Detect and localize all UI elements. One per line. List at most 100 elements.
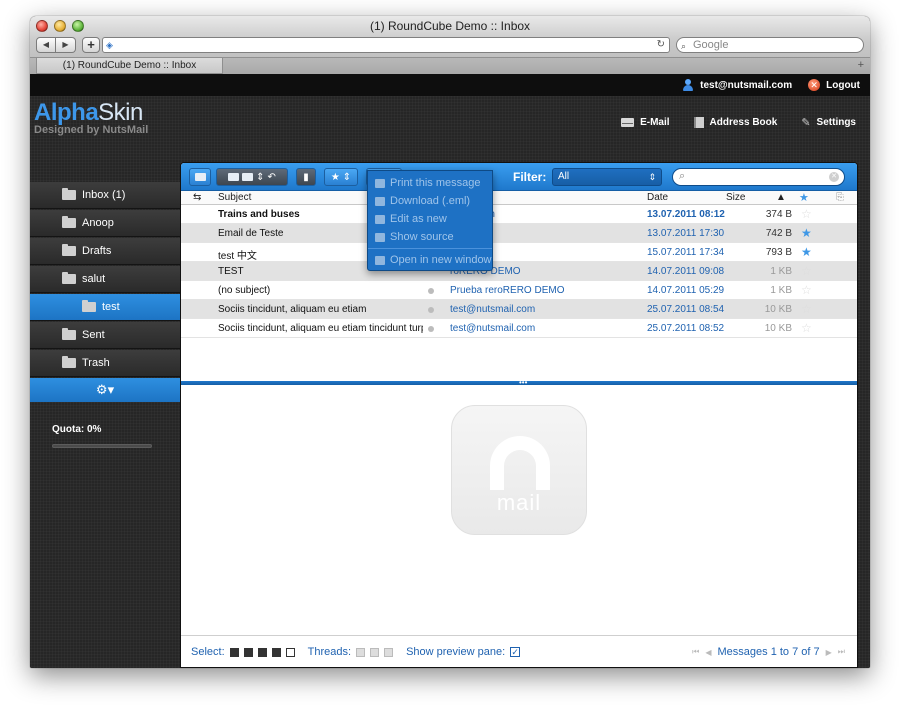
message-size: 374 B [765,209,792,220]
filter-select[interactable]: All ⇕ [552,168,662,186]
expand-unread-icon[interactable] [370,647,380,657]
star-icon[interactable]: ★ [801,226,812,240]
clear-search-icon[interactable]: ✕ [829,172,839,182]
undo-icon: ↶ [267,171,276,183]
folder-label: salut [82,273,106,285]
preview-pane: mail [181,385,857,637]
folder-trash[interactable]: Trash [30,350,180,377]
folder-label: Sent [82,329,105,341]
filter-label: Filter: [513,170,547,184]
star-icon[interactable]: ☆ [801,321,812,335]
first-page-icon[interactable]: ⏮ [692,647,699,657]
folder-drafts[interactable]: Drafts [30,238,180,265]
nav-address-book[interactable]: Address Book [693,116,777,129]
threads-column-icon[interactable]: ⇆ [193,192,201,203]
message-date: 25.07.2011 08:54 [647,304,725,315]
folder-salut[interactable]: salut [30,266,180,293]
reply-forward-group[interactable]: ⇕ ↶ [216,168,288,186]
table-row[interactable]: Sociis tincidunt, aliquam eu etiam tinci… [181,319,857,338]
nav-settings[interactable]: ✎ Settings [801,116,856,129]
favicon-icon: ◈ [106,40,113,50]
flag-column-star-icon[interactable]: ★ [799,191,809,204]
browser-tab[interactable]: (1) RoundCube Demo :: Inbox [36,58,223,74]
expand-all-icon[interactable] [356,647,366,657]
star-icon[interactable]: ☆ [801,207,812,221]
envelope-icon [194,173,206,181]
star-icon[interactable]: ☆ [801,302,812,316]
search-icon: ⌕ [681,41,687,51]
logout-link[interactable]: Logout [826,80,860,91]
next-page-icon[interactable]: ▶ [826,648,832,657]
menu-item-download[interactable]: Download (.eml) [368,192,492,210]
folder-list: Inbox (1) Anoop Drafts salut test Sent T… [30,182,180,402]
folder-test[interactable]: test [30,294,180,321]
forward-button[interactable]: ▶ [56,37,76,53]
table-row[interactable]: Email de Teste mail.com 13.07.2011 17:30… [181,224,857,243]
date-column-header[interactable]: Date [647,192,668,203]
table-row[interactable]: Sociis tincidunt, aliquam eu etiam test@… [181,300,857,319]
attachment-column-icon: ⎘ [836,192,844,203]
table-row[interactable]: TEST roRERO DEMO 14.07.2011 09:08 1 KB ☆ [181,262,857,281]
folder-anoop[interactable]: Anoop [30,210,180,237]
select-all-icon[interactable] [229,647,239,657]
logo[interactable]: AlphaSkin Designed by NutsMail [34,100,148,137]
browser-search-field[interactable]: ⌕ Google [676,37,864,53]
message-subject: (no subject) [218,285,271,296]
folder-inbox[interactable]: Inbox (1) [30,182,180,209]
add-bookmark-button[interactable]: + [82,37,100,53]
menu-item-open-new-window[interactable]: Open in new window [368,251,492,269]
logout-icon[interactable]: ✕ [808,79,821,91]
new-window-icon [375,255,385,265]
mail-logo-watermark: mail [451,405,587,535]
message-date: 13.07.2011 17:30 [647,228,725,239]
logo-wordmark: AlphaSkin [34,100,148,126]
nav-email[interactable]: E-Mail [621,116,670,129]
plus-icon[interactable]: + [858,59,864,71]
folder-options-button[interactable]: ⚙▾ [30,378,180,402]
list-status-bar: Select: Threads: Show preview pane: ✓ ⏮ … [181,635,857,667]
subject-column-header[interactable]: Subject [218,192,251,203]
menu-item-show-source[interactable]: Show source [368,228,492,246]
folder-label: Trash [82,357,110,369]
preview-pane-label: Show preview pane: [406,646,506,658]
table-row[interactable]: (no subject) Prueba reroRERO DEMO 14.07.… [181,281,857,300]
threads-label: Threads: [307,646,352,658]
mark-button[interactable]: ★ ⇕ [324,168,358,186]
message-date: 14.07.2011 05:29 [647,285,725,296]
table-row[interactable]: test 中文 mail.com 15.07.2011 17:34 793 B … [181,243,857,262]
compose-button[interactable] [189,168,211,186]
address-bar[interactable]: ◈ ↻ [102,37,670,53]
menu-item-edit-as-new[interactable]: Edit as new [368,210,492,228]
star-icon[interactable]: ☆ [801,283,812,297]
message-size: 793 B [765,247,792,258]
reload-icon[interactable]: ↻ [657,39,665,50]
back-button[interactable]: ◀ [36,37,56,53]
collapse-all-icon[interactable] [384,647,394,657]
prev-page-icon[interactable]: ◀ [705,648,711,657]
browser-window: (1) RoundCube Demo :: Inbox ◀ ▶ + ◈ ↻ ⌕ … [30,16,870,668]
select-unread-icon[interactable] [257,647,267,657]
chevron-down-icon: ▾ [107,382,115,397]
webmail-page: test@nutsmail.com ✕ Logout AlphaSkin Des… [30,74,870,668]
mail-search-input[interactable]: ⌕ ✕ [672,168,845,186]
download-icon [375,196,385,206]
chevron-down-icon: ⇕ [256,171,265,183]
messages-count: Messages 1 to 7 of 7 [717,646,820,658]
delete-button[interactable]: ▮ [296,168,316,186]
folder-icon [62,328,76,340]
select-page-icon[interactable] [243,647,253,657]
list-controls: Select: Threads: Show preview pane: ✓ [191,646,521,658]
folder-sent[interactable]: Sent [30,322,180,349]
preview-pane-checkbox[interactable]: ✓ [510,647,521,657]
user-icon [682,79,694,91]
user-email: test@nutsmail.com [700,79,793,91]
select-invert-icon[interactable] [271,647,281,657]
star-icon[interactable]: ★ [801,245,812,259]
folder-label: Anoop [82,217,114,229]
menu-item-print[interactable]: Print this message [368,174,492,192]
last-page-icon[interactable]: ⏭ [838,647,845,657]
size-column-header[interactable]: Size [726,192,745,203]
table-row[interactable]: Trains and buses smail.com 13.07.2011 08… [181,205,857,224]
star-icon[interactable]: ☆ [801,264,812,278]
select-none-icon[interactable] [285,647,295,657]
